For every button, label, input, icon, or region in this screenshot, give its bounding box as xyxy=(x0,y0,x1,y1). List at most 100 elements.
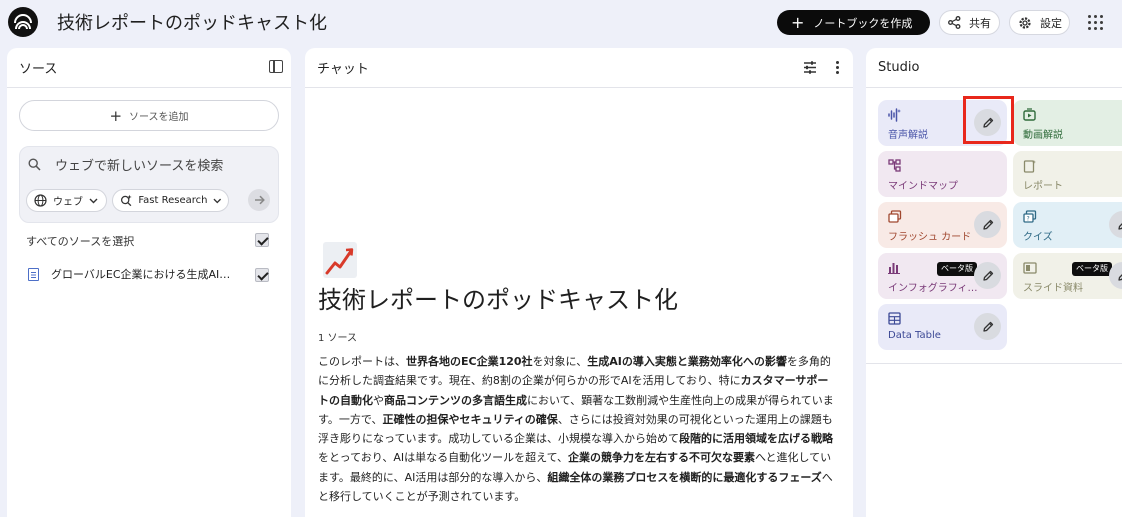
submit-search-button[interactable] xyxy=(248,189,270,211)
more-options-icon[interactable] xyxy=(836,60,839,75)
sources-title: ソース xyxy=(19,62,58,77)
edit-button[interactable] xyxy=(974,211,1001,238)
table-icon-wrap xyxy=(888,311,902,330)
studio-card-label: レポート xyxy=(1023,181,1063,192)
document-title: 技術レポートのポッドキャスト化 xyxy=(318,286,678,314)
audio-wave-icon xyxy=(888,108,901,122)
divider xyxy=(866,363,1122,364)
add-source-label: ソースを追加 xyxy=(129,112,189,123)
studio-card-slides[interactable]: スライド資料 ベータ版 xyxy=(1013,253,1122,299)
sources-panel: ソース + ソースを追加 ウェブで新しいソースを検索 ウェブ Fast Rese… xyxy=(7,48,291,517)
chat-title: チャット xyxy=(317,62,369,77)
slides-icon-wrap xyxy=(1023,260,1037,279)
source-checkbox[interactable] xyxy=(255,268,269,282)
share-button[interactable]: 共有 xyxy=(939,10,1000,35)
research-mode-dropdown[interactable]: Fast Research xyxy=(112,189,229,212)
audio-wave-icon-wrap xyxy=(888,107,902,126)
summary-text: このレポートは、 xyxy=(318,355,406,368)
search-row[interactable]: ウェブで新しいソースを検索 xyxy=(28,155,223,174)
flashcard-icon xyxy=(888,210,902,223)
document-icon xyxy=(28,267,39,281)
summary-bold-text: 正確性の担保やセキュリティの確保 xyxy=(382,412,558,426)
notebook-emoji xyxy=(323,242,357,278)
chevron-down-icon xyxy=(89,198,98,203)
video-icon xyxy=(1023,108,1036,121)
studio-card-flashcard[interactable]: フラッシュ カード xyxy=(878,202,1007,248)
select-all-checkbox[interactable] xyxy=(255,233,269,247)
gear-icon xyxy=(1019,16,1031,29)
studio-card-label: フラッシュ カード xyxy=(888,232,972,243)
globe-icon xyxy=(34,194,47,207)
infographic-icon xyxy=(888,263,900,274)
flashcard-icon-wrap xyxy=(888,209,902,228)
create-notebook-button[interactable]: + ノートブックを作成 xyxy=(777,10,930,35)
studio-card-label: マインドマップ xyxy=(888,181,958,192)
studio-card-label: インフォグラフィ… xyxy=(888,283,978,294)
studio-card-label: クイズ xyxy=(1023,232,1053,243)
edit-button[interactable] xyxy=(1109,211,1122,238)
studio-card-label: スライド資料 xyxy=(1023,283,1083,294)
web-source-dropdown[interactable]: ウェブ xyxy=(26,189,107,212)
pencil-icon xyxy=(982,270,993,281)
summary-bold-text: 商品コンテンツの多言語生成 xyxy=(384,393,527,407)
summary-text: をとっており、AIは単なる自動化ツールを超えて、 xyxy=(318,451,569,465)
pencil-icon xyxy=(1117,273,1122,281)
select-all-label: すべてのソースを選択 xyxy=(26,235,135,248)
summary-bold-text: 段階的に活用領域を広げる戦略 xyxy=(679,432,834,446)
pencil-icon xyxy=(982,219,993,230)
svg-text:?: ? xyxy=(1027,216,1030,223)
infographic-icon-wrap xyxy=(888,260,902,279)
quiz-icon: ? xyxy=(1023,210,1037,223)
app-logo[interactable] xyxy=(8,7,38,37)
summary-bold-text: 世界各地のEC企業120社 xyxy=(406,355,533,368)
video-icon-wrap xyxy=(1023,107,1037,126)
settings-button[interactable]: 設定 xyxy=(1009,10,1070,35)
studio-card-table[interactable]: Data Table xyxy=(878,304,1007,350)
highlight-annotation-box xyxy=(963,96,1014,144)
notebook-summary: このレポートは、世界各地のEC企業120社を対象に、生成AIの導入実態と業務効率… xyxy=(318,352,836,506)
collapse-panel-icon[interactable] xyxy=(269,60,283,73)
mindmap-icon xyxy=(888,159,901,172)
sources-header: ソース xyxy=(7,48,291,88)
summary-text: や xyxy=(373,393,384,407)
summary-bold-text: 企業の競争力を左右する不可欠な要素 xyxy=(568,451,756,465)
pencil-icon xyxy=(1117,222,1122,230)
web-chip-label: ウェブ xyxy=(53,197,83,208)
chevron-down-icon xyxy=(213,198,222,203)
sparkle-search-icon xyxy=(120,194,132,207)
tune-icon[interactable] xyxy=(803,61,817,74)
studio-card-label: 音声解説 xyxy=(888,130,928,141)
notebook-title[interactable]: 技術レポートのポッドキャスト化 xyxy=(57,9,327,35)
studio-card-infographic[interactable]: インフォグラフィ… ベータ版 xyxy=(878,253,1007,299)
chart-increasing-icon xyxy=(325,248,354,275)
table-icon xyxy=(888,312,901,325)
studio-card-label: Data Table xyxy=(888,330,941,341)
chat-panel: チャット 技術レポートのポッドキャスト化 1 ソース このレポートは、世界各地の… xyxy=(305,48,853,517)
edit-button[interactable] xyxy=(974,313,1001,340)
plus-icon: + xyxy=(109,106,123,125)
apps-grid-icon[interactable] xyxy=(1088,15,1103,30)
search-input[interactable]: ウェブで新しいソースを検索 xyxy=(55,155,223,174)
edit-button[interactable] xyxy=(974,262,1001,289)
studio-card-mindmap[interactable]: マインドマップ xyxy=(878,151,1007,197)
source-item-label: グローバルEC企業における生成AI活用… xyxy=(51,268,241,281)
create-notebook-label: ノートブックを作成 xyxy=(813,16,913,30)
arrow-right-icon xyxy=(254,195,265,205)
studio-card-report[interactable]: レポート xyxy=(1013,151,1122,197)
summary-text: を対象に、 xyxy=(532,355,588,368)
notebook-logo-icon xyxy=(14,14,32,30)
source-list-item[interactable]: グローバルEC企業における生成AI活用… xyxy=(28,266,241,282)
top-bar: 技術レポートのポッドキャスト化 + ノートブックを作成 共有 設定 xyxy=(0,0,1122,44)
beta-badge: ベータ版 xyxy=(937,262,977,276)
research-chip-label: Fast Research xyxy=(138,195,208,206)
studio-card-quiz[interactable]: ? クイズ xyxy=(1013,202,1122,248)
add-source-button[interactable]: + ソースを追加 xyxy=(19,100,279,131)
report-icon xyxy=(1023,160,1036,173)
pencil-icon xyxy=(982,321,993,332)
settings-label: 設定 xyxy=(1040,16,1062,30)
studio-card-label: 動画解説 xyxy=(1023,130,1063,141)
studio-card-video[interactable]: 動画解説 xyxy=(1013,100,1122,146)
chat-header: チャット xyxy=(305,48,853,88)
mindmap-icon-wrap xyxy=(888,158,902,177)
source-count: 1 ソース xyxy=(318,333,358,344)
